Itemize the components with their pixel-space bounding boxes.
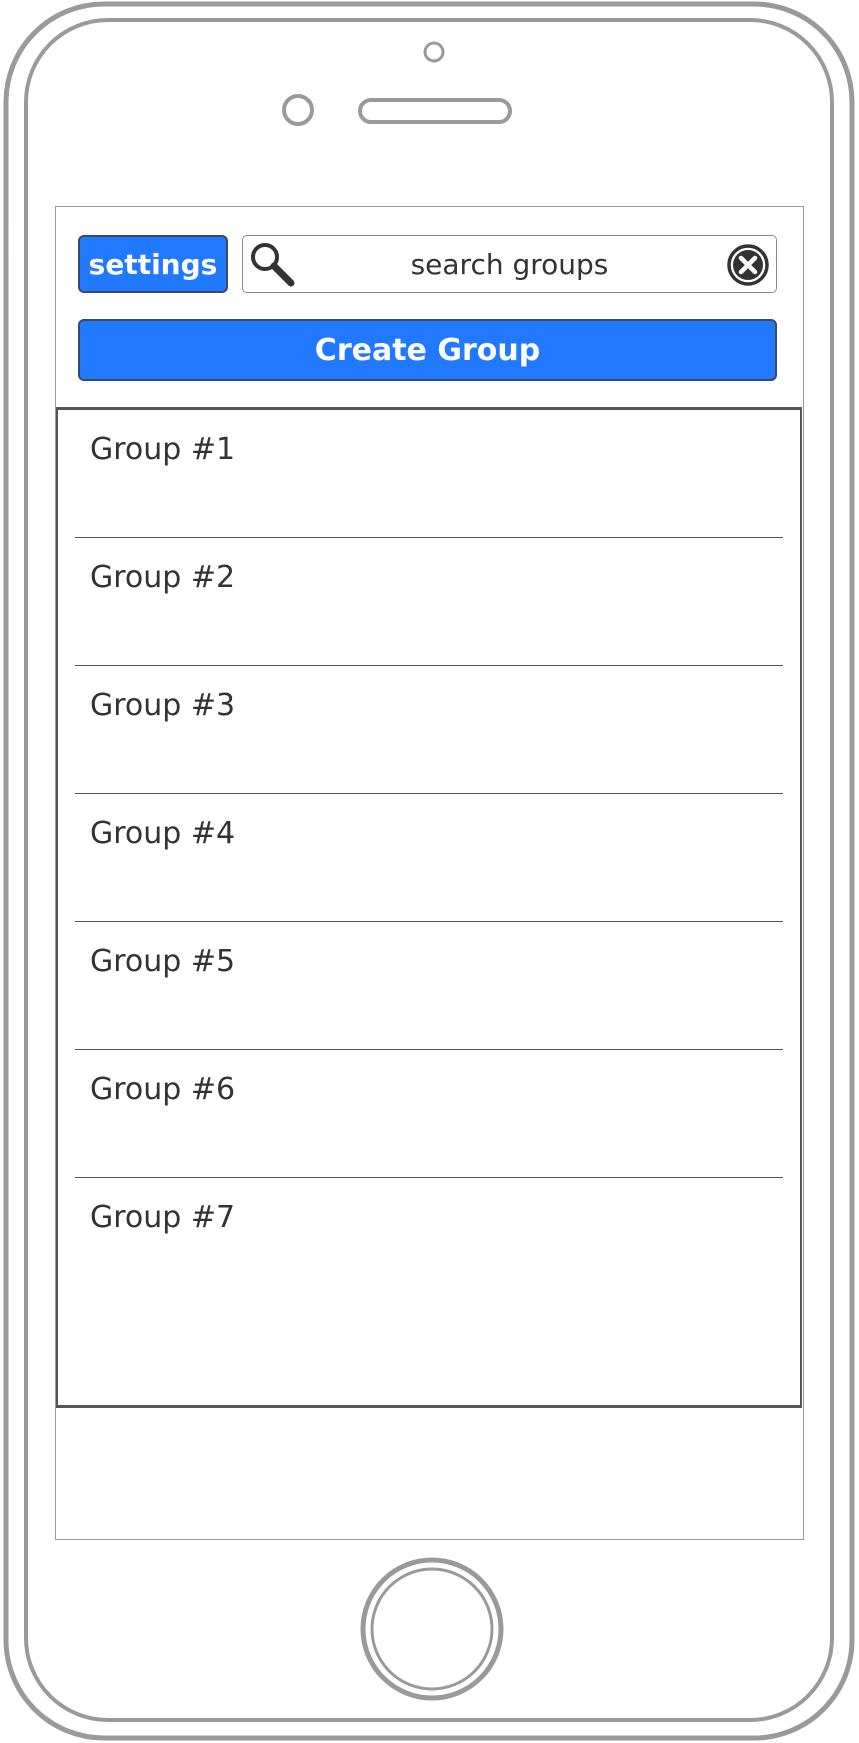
list-item-label: Group #1: [90, 432, 236, 467]
list-item-label: Group #7: [90, 1200, 236, 1235]
list-item-group-6[interactable]: Group #6: [75, 1050, 783, 1178]
list-item-group-2[interactable]: Group #2: [75, 538, 783, 666]
home-button[interactable]: [360, 1557, 504, 1701]
search-input[interactable]: search groups: [242, 235, 777, 293]
settings-button[interactable]: settings: [78, 235, 228, 293]
speaker-grille: [358, 98, 512, 124]
create-group-button[interactable]: Create Group: [78, 319, 777, 381]
group-list: Group #1 Group #2 Group #3 Group #4 Grou…: [56, 407, 802, 1408]
list-item-label: Group #2: [90, 560, 236, 595]
list-item-group-7[interactable]: Group #7: [75, 1178, 783, 1306]
search-placeholder: search groups: [410, 247, 609, 281]
list-item-group-3[interactable]: Group #3: [75, 666, 783, 794]
search-icon[interactable]: [247, 239, 297, 289]
proximity-sensor-icon: [282, 94, 314, 126]
list-item-group-1[interactable]: Group #1: [75, 410, 783, 538]
close-circle-icon[interactable]: [726, 243, 770, 287]
camera-icon: [423, 41, 445, 63]
list-item-label: Group #4: [90, 816, 236, 851]
phone-screen: settings search groups Create Group Grou…: [55, 206, 804, 1540]
list-item-group-5[interactable]: Group #5: [75, 922, 783, 1050]
list-item-group-4[interactable]: Group #4: [75, 794, 783, 922]
list-item-label: Group #5: [90, 944, 236, 979]
list-item-label: Group #6: [90, 1072, 236, 1107]
list-item-label: Group #3: [90, 688, 236, 723]
